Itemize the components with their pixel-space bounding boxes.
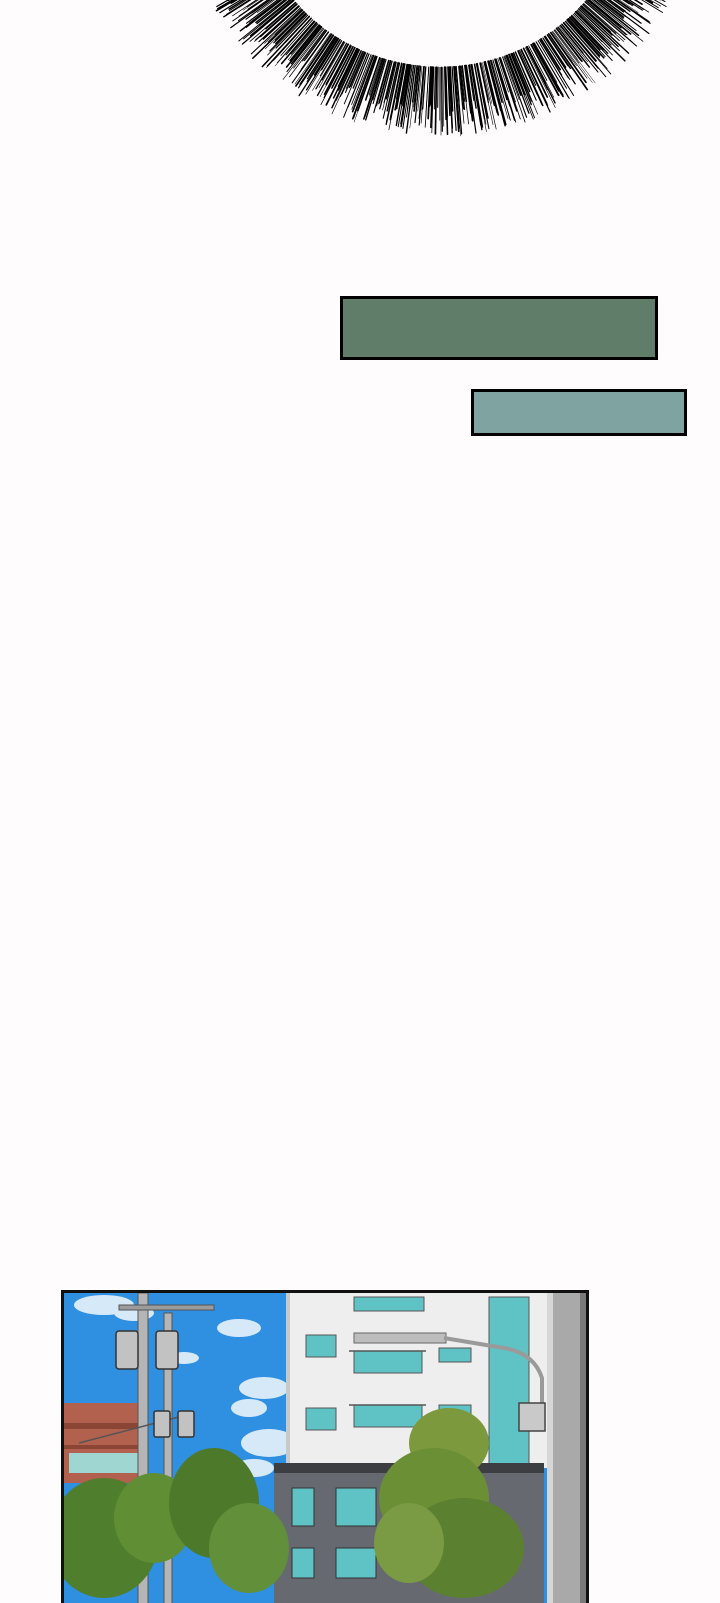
eyelash-strokes — [215, 0, 667, 137]
caption-box-1 — [340, 296, 658, 360]
comic-page — [0, 0, 720, 1603]
caption-box-2 — [471, 389, 687, 436]
eyelash-illustration — [215, 0, 667, 137]
brick-building — [64, 1403, 139, 1483]
street-scene-panel — [61, 1290, 589, 1603]
right-utility-pole — [547, 1293, 586, 1603]
street-scene-illustration — [64, 1293, 586, 1603]
